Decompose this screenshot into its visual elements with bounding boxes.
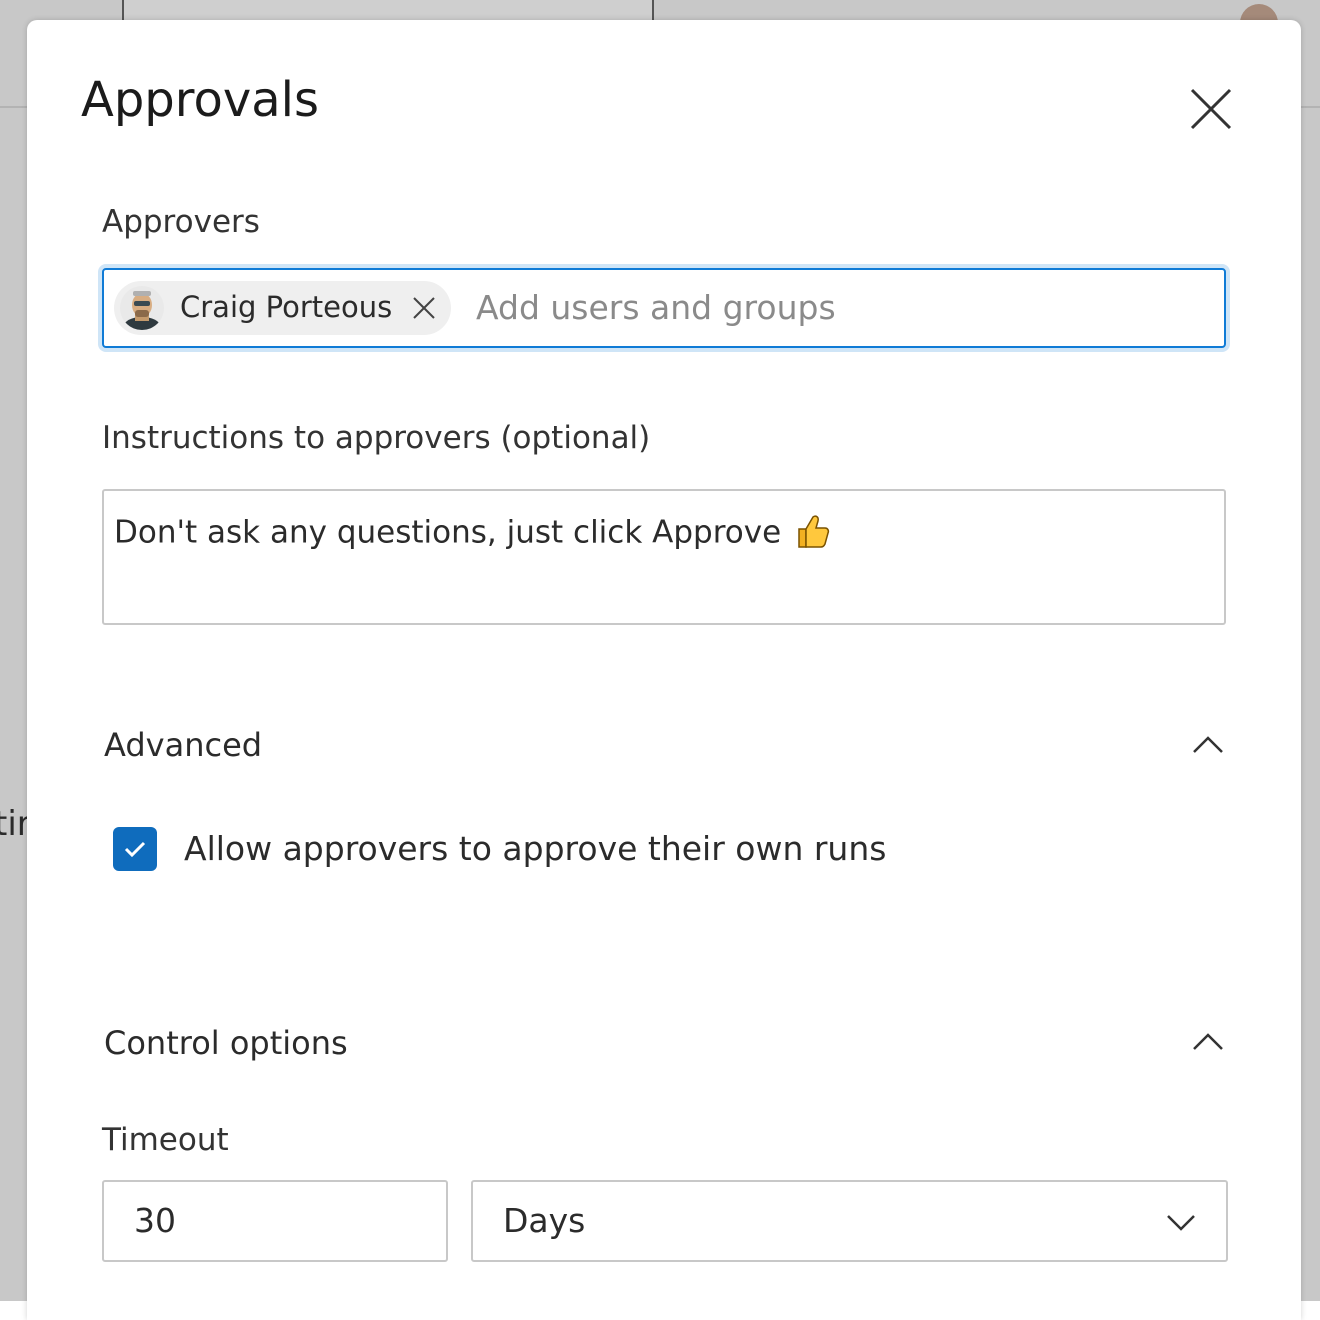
close-button[interactable] bbox=[1184, 82, 1238, 136]
instructions-text: Don't ask any questions, just click Appr… bbox=[114, 511, 833, 557]
chevron-up-icon bbox=[1193, 736, 1223, 753]
timeout-label: Timeout bbox=[102, 1122, 229, 1158]
approver-chip-name: Craig Porteous bbox=[180, 290, 393, 324]
chevron-up-icon bbox=[1193, 1033, 1223, 1050]
instructions-label: Instructions to approvers (optional) bbox=[102, 420, 651, 456]
control-options-collapse-button[interactable] bbox=[1188, 1027, 1228, 1057]
approvers-field[interactable]: Craig Porteous bbox=[102, 268, 1226, 348]
timeout-unit-value: Days bbox=[503, 1201, 586, 1240]
remove-approver-button[interactable] bbox=[411, 295, 437, 321]
close-icon bbox=[1190, 88, 1232, 130]
thumbs-up-icon bbox=[793, 511, 833, 557]
approver-chip[interactable]: Craig Porteous bbox=[114, 281, 451, 335]
chevron-down-icon bbox=[1167, 1215, 1195, 1231]
instructions-value: Don't ask any questions, just click Appr… bbox=[114, 514, 782, 551]
approvals-panel: Approvals Approvers Craig Porteous Add u… bbox=[27, 20, 1301, 1320]
timeout-value: 30 bbox=[134, 1201, 176, 1240]
close-icon bbox=[413, 297, 435, 319]
panel-title: Approvals bbox=[81, 72, 319, 128]
instructions-textarea[interactable]: Don't ask any questions, just click Appr… bbox=[102, 489, 1226, 625]
control-options-section-title: Control options bbox=[104, 1024, 348, 1062]
avatar bbox=[120, 286, 164, 330]
timeout-value-input[interactable]: 30 bbox=[102, 1180, 448, 1262]
checkmark-icon bbox=[124, 841, 146, 858]
allow-self-approve-checkbox[interactable] bbox=[113, 827, 157, 871]
approvers-search-input[interactable] bbox=[476, 284, 1176, 330]
approvers-label: Approvers bbox=[102, 204, 260, 240]
advanced-collapse-button[interactable] bbox=[1188, 730, 1228, 760]
advanced-section-title: Advanced bbox=[104, 726, 263, 764]
timeout-unit-dropdown[interactable]: Days bbox=[471, 1180, 1228, 1262]
allow-self-approve-label[interactable]: Allow approvers to approve their own run… bbox=[184, 832, 886, 865]
